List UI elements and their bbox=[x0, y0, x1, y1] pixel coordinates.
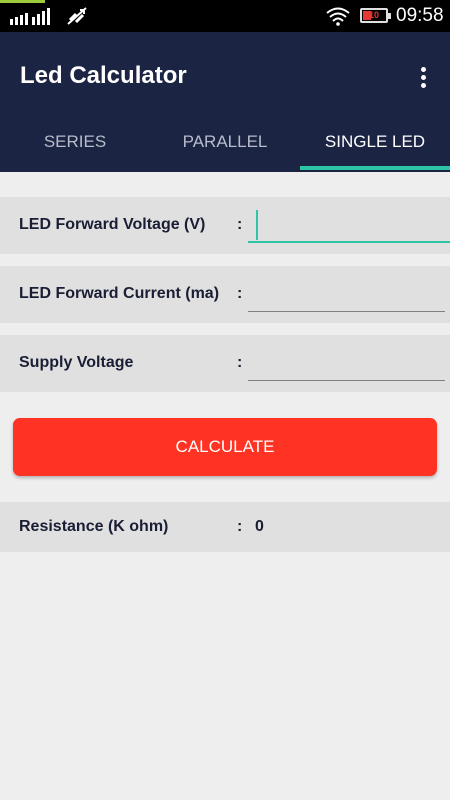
forward-current-label: LED Forward Current (ma) bbox=[19, 285, 220, 302]
forward-current-row: LED Forward Current (ma) : bbox=[0, 266, 450, 323]
overflow-menu-icon[interactable] bbox=[414, 64, 432, 90]
resistance-value: 0 bbox=[255, 518, 264, 535]
supply-voltage-row: Supply Voltage : bbox=[0, 335, 450, 392]
text-cursor bbox=[256, 210, 258, 240]
forward-voltage-input[interactable] bbox=[248, 207, 450, 243]
supply-voltage-label: Supply Voltage bbox=[19, 354, 134, 371]
resistance-separator: : bbox=[237, 518, 243, 535]
app-title: Led Calculator bbox=[20, 62, 187, 89]
sync-disabled-icon bbox=[67, 7, 87, 25]
supply-voltage-input[interactable] bbox=[248, 345, 445, 381]
signal-icon bbox=[10, 8, 50, 25]
status-time: 09:58 bbox=[396, 5, 444, 26]
forward-current-input[interactable] bbox=[248, 276, 445, 312]
battery-icon: 10 bbox=[360, 8, 391, 23]
forward-voltage-label: LED Forward Voltage (V) bbox=[19, 216, 206, 233]
app-bar: Led Calculator SERIES PARALLEL SINGLE LE… bbox=[0, 32, 450, 172]
tab-parallel[interactable]: PARALLEL bbox=[150, 120, 300, 172]
status-bar: 10 09:58 bbox=[0, 0, 450, 32]
tab-bar: SERIES PARALLEL SINGLE LED bbox=[0, 120, 450, 172]
forward-current-separator: : bbox=[237, 285, 243, 302]
battery-level: 10 bbox=[368, 10, 379, 20]
notification-indicator bbox=[0, 0, 45, 3]
forward-voltage-row: LED Forward Voltage (V) : bbox=[0, 197, 450, 254]
resistance-label: Resistance (K ohm) bbox=[19, 518, 169, 535]
supply-voltage-separator: : bbox=[237, 354, 243, 371]
resistance-result-row: Resistance (K ohm) : 0 bbox=[0, 502, 450, 552]
tab-series[interactable]: SERIES bbox=[0, 120, 150, 172]
tab-single-led[interactable]: SINGLE LED bbox=[300, 120, 450, 172]
calculate-button[interactable]: CALCULATE bbox=[13, 418, 437, 476]
forward-voltage-separator: : bbox=[237, 216, 243, 233]
wifi-icon bbox=[326, 7, 350, 26]
